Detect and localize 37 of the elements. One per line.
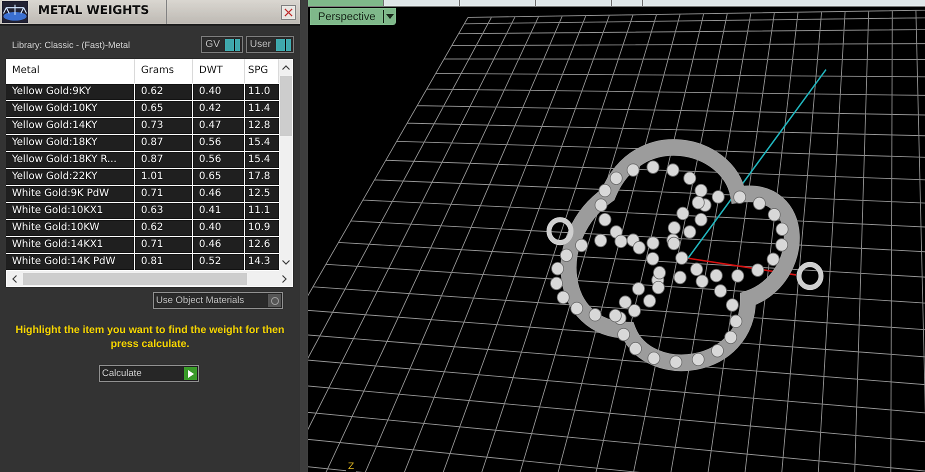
calculate-button[interactable]: Calculate — [99, 365, 199, 382]
use-object-materials-toggle[interactable]: Use Object Materials — [153, 292, 283, 309]
table-row[interactable]: White Gold:14KX1 0.71 0.46 12.6 — [6, 237, 279, 254]
table-row[interactable]: Yellow Gold:18KY R... 0.87 0.56 15.4 — [6, 152, 279, 169]
panel-title: METAL WEIGHTS — [30, 0, 167, 24]
table-row[interactable]: Yellow Gold:9KY 0.62 0.40 11.0 — [6, 84, 279, 101]
table-row[interactable]: Yellow Gold:14KY 0.73 0.47 12.8 — [6, 118, 279, 135]
table-row[interactable]: White Gold:10KW 0.62 0.40 10.9 — [6, 220, 279, 237]
3d-viewport[interactable]: Perspective Z — [308, 0, 925, 472]
horizontal-scrollbar[interactable] — [6, 271, 293, 287]
scroll-up-icon[interactable] — [282, 65, 290, 70]
instruction-text: Highlight the item you want to find the weight for then press calculate. — [14, 323, 286, 351]
dropdown-caret-icon — [386, 14, 394, 19]
close-icon — [284, 8, 293, 16]
scroll-right-icon[interactable] — [282, 275, 287, 283]
column-header[interactable]: Metal — [6, 59, 135, 83]
scrollbar-thumb[interactable] — [23, 273, 247, 285]
table-row[interactable]: Yellow Gold:18KY 0.87 0.56 15.4 — [6, 135, 279, 152]
column-header[interactable]: DWT — [193, 59, 245, 83]
scale-icon — [2, 1, 28, 23]
table-row[interactable]: White Gold:9K PdW 0.71 0.46 12.5 — [6, 186, 279, 203]
table-row[interactable]: White Gold:14K PdW 0.81 0.52 14.3 — [6, 254, 279, 271]
z-axis-label: Z — [346, 462, 356, 472]
table-row[interactable]: Yellow Gold:22KY 1.01 0.65 17.8 — [6, 169, 279, 186]
scroll-down-icon[interactable] — [282, 260, 290, 265]
play-icon — [188, 370, 194, 378]
toggle-button[interactable]: User — [246, 36, 294, 53]
table-row[interactable]: White Gold:10KX1 0.63 0.41 11.1 — [6, 203, 279, 220]
scroll-left-icon[interactable] — [12, 275, 17, 283]
column-header[interactable]: Grams — [135, 59, 193, 83]
library-label: Library: Classic - (Fast)-Metal — [12, 40, 132, 50]
table-row[interactable]: Yellow Gold:10KY 0.65 0.42 11.4 — [6, 101, 279, 118]
close-button[interactable] — [281, 4, 296, 20]
view-menu-button[interactable]: Perspective — [310, 8, 396, 25]
toggle-button[interactable]: GV — [201, 36, 243, 53]
vertical-scrollbar[interactable] — [279, 59, 293, 271]
scrollbar-thumb[interactable] — [280, 76, 292, 136]
